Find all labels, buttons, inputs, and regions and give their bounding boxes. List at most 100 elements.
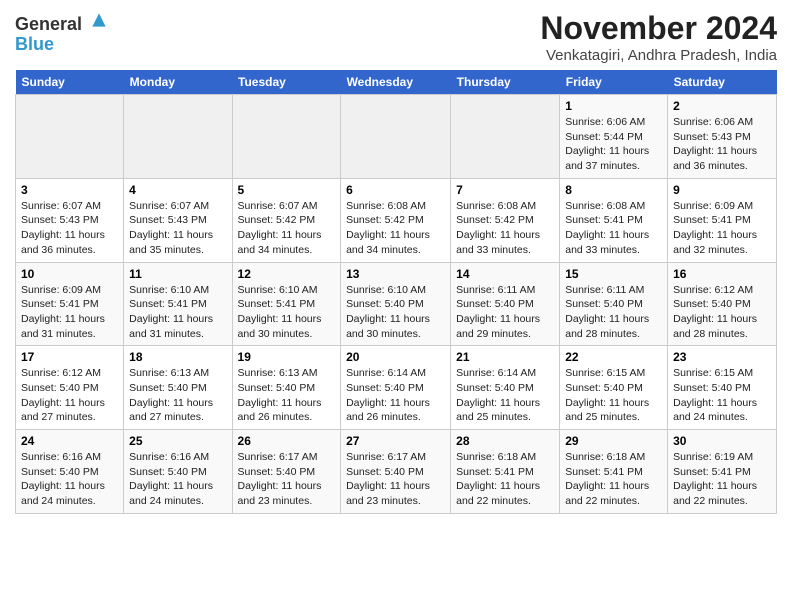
weekday-sunday: Sunday	[16, 70, 124, 95]
day-info: Sunrise: 6:07 AM Sunset: 5:43 PM Dayligh…	[21, 199, 118, 258]
day-info: Sunrise: 6:10 AM Sunset: 5:40 PM Dayligh…	[346, 283, 445, 342]
day-info: Sunrise: 6:13 AM Sunset: 5:40 PM Dayligh…	[238, 366, 336, 425]
day-info: Sunrise: 6:18 AM Sunset: 5:41 PM Dayligh…	[565, 450, 662, 509]
logo: General Blue	[15, 10, 109, 53]
day-info: Sunrise: 6:18 AM Sunset: 5:41 PM Dayligh…	[456, 450, 554, 509]
day-number: 22	[565, 350, 662, 364]
day-cell: 26Sunrise: 6:17 AM Sunset: 5:40 PM Dayli…	[232, 430, 341, 514]
day-cell: 1Sunrise: 6:06 AM Sunset: 5:44 PM Daylig…	[560, 95, 668, 179]
header: General Blue November 2024 Venkatagiri, …	[15, 10, 777, 64]
day-cell	[124, 95, 232, 179]
day-number: 2	[673, 99, 771, 113]
day-number: 18	[129, 350, 226, 364]
day-cell	[341, 95, 451, 179]
day-number: 27	[346, 434, 445, 448]
weekday-saturday: Saturday	[668, 70, 777, 95]
day-cell: 30 Sunrise: 6:19 AM Sunset: 5:41 PM Dayli…	[668, 430, 777, 514]
day-cell: 15 Sunrise: 6:11 AM Sunset: 5:40 PM Dayli…	[560, 262, 668, 346]
day-info: Sunrise: 6:07 AM Sunset: 5:43 PM Dayligh…	[129, 199, 226, 258]
day-number: 10	[21, 267, 118, 281]
day-number: 24	[21, 434, 118, 448]
day-number: 12	[238, 267, 336, 281]
day-number: 20	[346, 350, 445, 364]
day-number: 8	[565, 183, 662, 197]
day-info: Sunrise: 6:19 AM Sunset: 5:41 PM Dayligh…	[673, 450, 771, 509]
day-cell: 19 Sunrise: 6:13 AM Sunset: 5:40 PM Dayli…	[232, 346, 341, 430]
day-info: Sunrise: 6:14 AM Sunset: 5:40 PM Dayligh…	[456, 366, 554, 425]
day-info: Sunrise: 6:13 AM Sunset: 5:40 PM Dayligh…	[129, 366, 226, 425]
day-cell: 11 Sunrise: 6:10 AM Sunset: 5:41 PM Dayli…	[124, 262, 232, 346]
day-number: 9	[673, 183, 771, 197]
day-cell: 20 Sunrise: 6:14 AM Sunset: 5:40 PM Dayli…	[341, 346, 451, 430]
day-number: 29	[565, 434, 662, 448]
calendar-table: SundayMondayTuesdayWednesdayThursdayFrid…	[15, 70, 777, 514]
day-cell: 29 Sunrise: 6:18 AM Sunset: 5:41 PM Dayli…	[560, 430, 668, 514]
day-info: Sunrise: 6:16 AM Sunset: 5:40 PM Dayligh…	[21, 450, 118, 509]
day-info: Sunrise: 6:17 AM Sunset: 5:40 PM Dayligh…	[238, 450, 336, 509]
day-number: 5	[238, 183, 336, 197]
day-number: 14	[456, 267, 554, 281]
day-cell: 13 Sunrise: 6:10 AM Sunset: 5:40 PM Dayli…	[341, 262, 451, 346]
weekday-wednesday: Wednesday	[341, 70, 451, 95]
day-cell: 3 Sunrise: 6:07 AM Sunset: 5:43 PM Daylig…	[16, 178, 124, 262]
day-info: Sunrise: 6:09 AM Sunset: 5:41 PM Dayligh…	[21, 283, 118, 342]
day-number: 15	[565, 267, 662, 281]
day-cell: 7Sunrise: 6:08 AM Sunset: 5:42 PM Daylig…	[451, 178, 560, 262]
day-cell: 18 Sunrise: 6:13 AM Sunset: 5:40 PM Dayli…	[124, 346, 232, 430]
day-info: Sunrise: 6:10 AM Sunset: 5:41 PM Dayligh…	[129, 283, 226, 342]
day-info: Sunrise: 6:15 AM Sunset: 5:40 PM Dayligh…	[673, 366, 771, 425]
day-cell	[232, 95, 341, 179]
day-info: Sunrise: 6:11 AM Sunset: 5:40 PM Dayligh…	[565, 283, 662, 342]
day-info: Sunrise: 6:08 AM Sunset: 5:42 PM Dayligh…	[456, 199, 554, 258]
weekday-friday: Friday	[560, 70, 668, 95]
day-number: 23	[673, 350, 771, 364]
day-number: 25	[129, 434, 226, 448]
day-number: 11	[129, 267, 226, 281]
calendar-body: 1Sunrise: 6:06 AM Sunset: 5:44 PM Daylig…	[16, 95, 777, 514]
day-cell: 5Sunrise: 6:07 AM Sunset: 5:42 PM Daylig…	[232, 178, 341, 262]
logo-general: General	[15, 14, 82, 34]
day-cell: 23 Sunrise: 6:15 AM Sunset: 5:40 PM Dayli…	[668, 346, 777, 430]
day-info: Sunrise: 6:12 AM Sunset: 5:40 PM Dayligh…	[21, 366, 118, 425]
day-cell: 22 Sunrise: 6:15 AM Sunset: 5:40 PM Dayli…	[560, 346, 668, 430]
day-cell: 21 Sunrise: 6:14 AM Sunset: 5:40 PM Dayli…	[451, 346, 560, 430]
day-number: 21	[456, 350, 554, 364]
week-row-1: 1Sunrise: 6:06 AM Sunset: 5:44 PM Daylig…	[16, 95, 777, 179]
day-number: 30	[673, 434, 771, 448]
day-cell: 16Sunrise: 6:12 AM Sunset: 5:40 PM Dayli…	[668, 262, 777, 346]
day-cell: 9 Sunrise: 6:09 AM Sunset: 5:41 PM Daylig…	[668, 178, 777, 262]
weekday-header: SundayMondayTuesdayWednesdayThursdayFrid…	[16, 70, 777, 95]
day-info: Sunrise: 6:16 AM Sunset: 5:40 PM Dayligh…	[129, 450, 226, 509]
weekday-monday: Monday	[124, 70, 232, 95]
weekday-tuesday: Tuesday	[232, 70, 341, 95]
week-row-4: 17Sunrise: 6:12 AM Sunset: 5:40 PM Dayli…	[16, 346, 777, 430]
day-info: Sunrise: 6:15 AM Sunset: 5:40 PM Dayligh…	[565, 366, 662, 425]
week-row-5: 24 Sunrise: 6:16 AM Sunset: 5:40 PM Dayli…	[16, 430, 777, 514]
day-cell	[16, 95, 124, 179]
day-info: Sunrise: 6:09 AM Sunset: 5:41 PM Dayligh…	[673, 199, 771, 258]
day-number: 6	[346, 183, 445, 197]
day-cell: 25 Sunrise: 6:16 AM Sunset: 5:40 PM Dayli…	[124, 430, 232, 514]
week-row-3: 10 Sunrise: 6:09 AM Sunset: 5:41 PM Dayli…	[16, 262, 777, 346]
day-number: 28	[456, 434, 554, 448]
day-info: Sunrise: 6:14 AM Sunset: 5:40 PM Dayligh…	[346, 366, 445, 425]
day-number: 13	[346, 267, 445, 281]
subtitle: Venkatagiri, Andhra Pradesh, India	[540, 47, 777, 64]
day-info: Sunrise: 6:10 AM Sunset: 5:41 PM Dayligh…	[238, 283, 336, 342]
day-cell	[451, 95, 560, 179]
day-number: 4	[129, 183, 226, 197]
day-info: Sunrise: 6:08 AM Sunset: 5:42 PM Dayligh…	[346, 199, 445, 258]
title-area: November 2024 Venkatagiri, Andhra Prades…	[540, 10, 777, 64]
day-cell: 24 Sunrise: 6:16 AM Sunset: 5:40 PM Dayli…	[16, 430, 124, 514]
day-cell: 27 Sunrise: 6:17 AM Sunset: 5:40 PM Dayli…	[341, 430, 451, 514]
main-title: November 2024	[540, 10, 777, 47]
day-number: 19	[238, 350, 336, 364]
day-info: Sunrise: 6:17 AM Sunset: 5:40 PM Dayligh…	[346, 450, 445, 509]
day-cell: 17Sunrise: 6:12 AM Sunset: 5:40 PM Dayli…	[16, 346, 124, 430]
day-cell: 4 Sunrise: 6:07 AM Sunset: 5:43 PM Daylig…	[124, 178, 232, 262]
day-cell: 10 Sunrise: 6:09 AM Sunset: 5:41 PM Dayli…	[16, 262, 124, 346]
day-number: 3	[21, 183, 118, 197]
week-row-2: 3 Sunrise: 6:07 AM Sunset: 5:43 PM Daylig…	[16, 178, 777, 262]
day-number: 1	[565, 99, 662, 113]
day-cell: 28 Sunrise: 6:18 AM Sunset: 5:41 PM Dayli…	[451, 430, 560, 514]
